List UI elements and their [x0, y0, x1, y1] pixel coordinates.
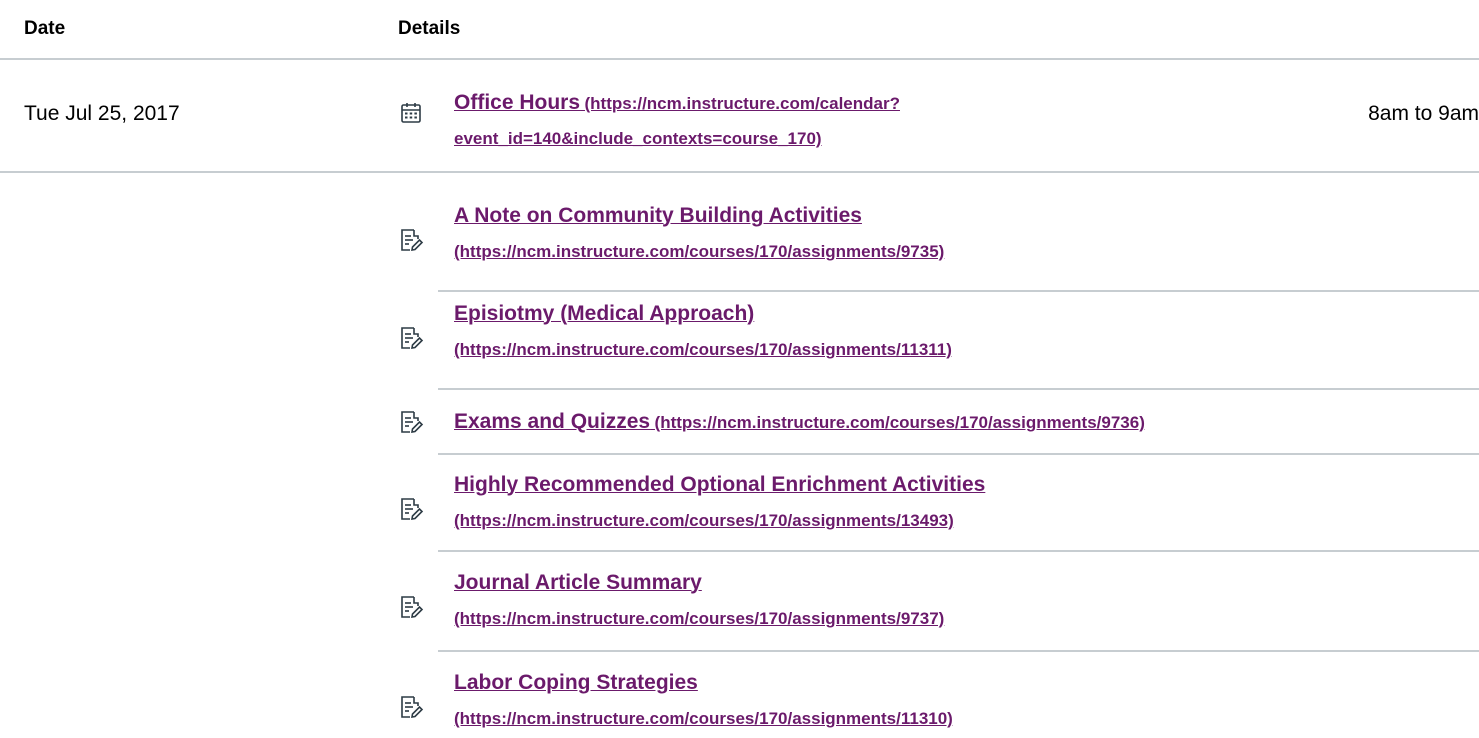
- calendar-icon: [398, 100, 424, 126]
- assignment-url: (https://ncm.instructure.com/courses/170…: [454, 709, 953, 728]
- assignment-title: Journal Article Summary: [454, 571, 702, 594]
- assignment-url: (https://ncm.instructure.com/courses/170…: [454, 242, 945, 261]
- assignment-url: (https://ncm.instructure.com/courses/170…: [654, 413, 1145, 432]
- assignment-url: (https://ncm.instructure.com/courses/170…: [454, 511, 954, 530]
- table-header: Date Details: [0, 0, 1479, 60]
- assignment-title: Highly Recommended Optional Enrichment A…: [454, 473, 986, 496]
- assignment-title: Labor Coping Strategies: [454, 671, 698, 694]
- assignment-title: Episiotmy (Medical Approach): [454, 302, 755, 325]
- assignment-link[interactable]: Exams and Quizzes (https://ncm.instructu…: [454, 410, 1145, 433]
- divider: [438, 290, 1479, 292]
- assignment-url: (https://ncm.instructure.com/courses/170…: [454, 340, 952, 359]
- assignment-icon: [398, 409, 424, 435]
- assignment-icon: [398, 496, 424, 522]
- assignment-link[interactable]: A Note on Community Building Activities (…: [454, 204, 945, 261]
- event-title: Office Hours: [454, 91, 581, 114]
- assignment-link[interactable]: Highly Recommended Optional Enrichment A…: [454, 473, 985, 530]
- date-column-header: Date: [24, 18, 66, 39]
- event-url-line1: (https://ncm.instructure.com/calendar?: [584, 94, 900, 113]
- event-url-line2: event_id=140&include_contexts=course_170…: [454, 129, 822, 148]
- event-time: 8am to 9am: [1368, 102, 1479, 125]
- assignment-link[interactable]: Journal Article Summary (https://ncm.inst…: [454, 571, 945, 628]
- table-row: Tue Jul 25, 2017 Office Hours (https://n…: [0, 60, 1479, 173]
- assignment-icon: [398, 594, 424, 620]
- assignment-url: (https://ncm.instructure.com/courses/170…: [454, 609, 945, 628]
- divider: [438, 388, 1479, 390]
- divider: [438, 650, 1479, 652]
- assignment-icon: [398, 227, 424, 253]
- assignment-link[interactable]: Labor Coping Strategies (https://ncm.inst…: [454, 671, 953, 728]
- divider: [438, 550, 1479, 552]
- event-date: Tue Jul 25, 2017: [24, 102, 180, 125]
- assignment-title: A Note on Community Building Activities: [454, 204, 862, 227]
- details-column-header: Details: [398, 18, 461, 39]
- assignment-link[interactable]: Episiotmy (Medical Approach) (https://ncm…: [454, 302, 952, 359]
- divider: [438, 453, 1479, 455]
- assignment-title: Exams and Quizzes: [454, 410, 651, 433]
- event-link[interactable]: Office Hours (https://ncm.instructure.co…: [454, 91, 900, 148]
- syllabus-summary-table: Date Details Tue Jul 25, 2017 Office Hou…: [0, 0, 1479, 738]
- assignment-icon: [398, 325, 424, 351]
- assignment-icon: [398, 694, 424, 720]
